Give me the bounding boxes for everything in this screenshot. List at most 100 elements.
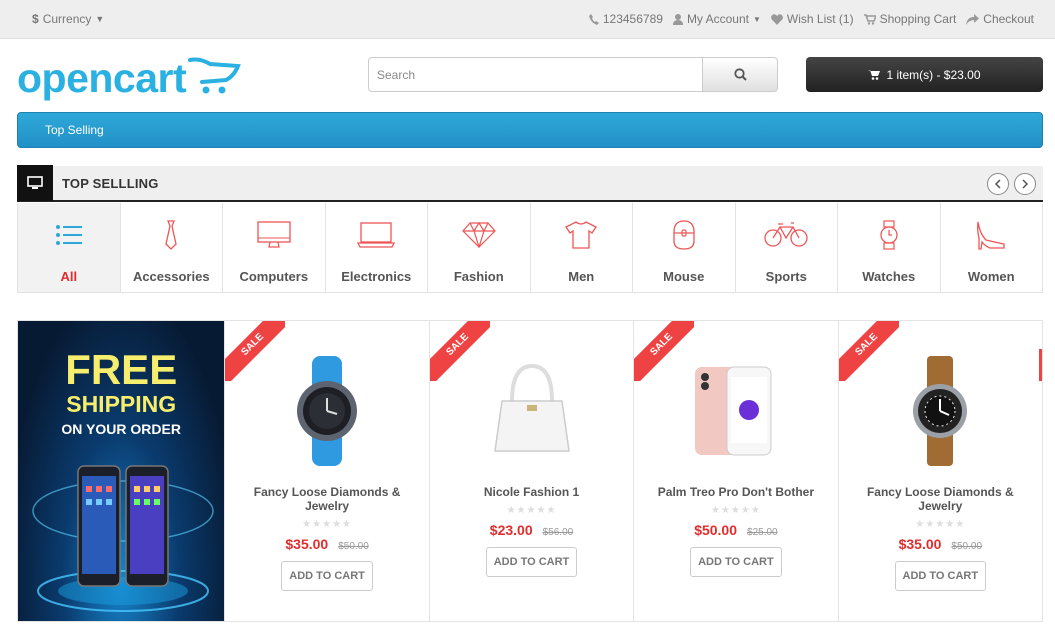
product-card[interactable]: SALE Fancy Loose Diamonds & Jewelry ★★★★… <box>837 321 1042 621</box>
banner-line-1: FREE <box>65 346 178 393</box>
carousel-prev-button[interactable] <box>987 173 1009 195</box>
checkout-link[interactable]: Checkout <box>966 12 1034 26</box>
category-tabs: All Accessories Computers Electronics Fa… <box>17 203 1043 293</box>
price-block: $35.00 $50.00 <box>899 536 982 552</box>
rating-stars: ★★★★★ <box>710 505 761 516</box>
product-card[interactable]: SALE Nicole Fashion 1 ★★★★★ $23.00 $56.0… <box>428 321 633 621</box>
logo-cart-icon <box>188 57 242 94</box>
monitor-icon <box>17 165 53 201</box>
category-tab-accessories[interactable]: Accessories <box>121 203 223 292</box>
tshirt-icon <box>565 219 598 251</box>
cart-icon <box>868 70 881 80</box>
wishlist-label: Wish List (1) <box>786 12 854 26</box>
sale-badge: SALE <box>429 321 490 381</box>
add-to-cart-button[interactable]: ADD TO CART <box>894 561 987 591</box>
banner-line-3: ON YOUR ORDER <box>61 421 181 437</box>
phone-number: 123456789 <box>602 12 663 26</box>
cart-summary-button[interactable]: 1 item(s) - $23.00 <box>806 57 1043 92</box>
phone-link[interactable]: 123456789 <box>588 12 663 26</box>
currency-dropdown[interactable]: $ Currency ▼ <box>32 12 104 26</box>
product-carousel: FREE SHIPPING ON YOUR ORDER SALE Fancy L… <box>17 320 1043 622</box>
sale-badge: SALE <box>225 321 286 381</box>
product-price: $35.00 <box>285 536 329 552</box>
category-label: Women <box>967 269 1015 284</box>
monitor-icon <box>257 219 291 251</box>
category-tab-electronics[interactable]: Electronics <box>326 203 428 292</box>
search-input[interactable] <box>368 57 703 92</box>
shopping-cart-label: Shopping Cart <box>879 12 957 26</box>
user-icon <box>672 13 683 25</box>
product-name[interactable]: Fancy Loose Diamonds & Jewelry <box>860 485 1020 513</box>
wishlist-link[interactable]: Wish List (1) <box>770 12 854 26</box>
category-tab-women[interactable]: Women <box>941 203 1043 292</box>
price-block: $50.00 $25.00 <box>694 522 777 538</box>
add-to-cart-button[interactable]: ADD TO CART <box>690 547 782 577</box>
category-tab-fashion[interactable]: Fashion <box>428 203 531 292</box>
main-menu: Top Selling <box>17 112 1043 148</box>
category-tab-all[interactable]: All <box>18 203 121 292</box>
product-price: $23.00 <box>489 522 533 538</box>
caret-down-icon: ▼ <box>752 14 761 24</box>
category-label: Sports <box>765 269 807 284</box>
category-tab-sports[interactable]: Sports <box>736 203 838 292</box>
section-header: TOP SELLLING <box>17 165 1043 202</box>
sale-badge: SALE <box>634 321 695 381</box>
search-bar <box>368 57 778 92</box>
mouse-icon <box>671 219 697 251</box>
category-label: Accessories <box>132 269 210 284</box>
search-icon <box>733 68 747 81</box>
add-to-cart-button[interactable]: ADD TO CART <box>281 561 373 591</box>
product-old-price: $25.00 <box>747 527 778 538</box>
product-old-price: $56.00 <box>542 527 574 538</box>
shopping-cart-link[interactable]: Shopping Cart <box>863 12 957 26</box>
laptop-icon <box>357 219 396 251</box>
product-name[interactable]: Fancy Loose Diamonds & Jewelry <box>247 485 407 513</box>
category-tab-watches[interactable]: Watches <box>838 203 941 292</box>
cart-icon <box>863 13 876 25</box>
category-tab-mouse[interactable]: Mouse <box>633 203 736 292</box>
chevron-right-icon <box>1022 179 1029 189</box>
category-label: Watches <box>862 269 916 284</box>
category-label: Men <box>568 269 595 284</box>
watch-icon <box>879 219 899 251</box>
free-shipping-banner[interactable]: FREE SHIPPING ON YOUR ORDER <box>18 321 225 621</box>
carousel-next-button[interactable] <box>1014 173 1036 195</box>
category-tab-computers[interactable]: Computers <box>223 203 326 292</box>
section-title: TOP SELLLING <box>62 175 159 191</box>
banner-phones-image <box>32 465 214 612</box>
category-tab-men[interactable]: Men <box>531 203 633 292</box>
product-card[interactable]: SALE Fancy Loose Diamonds & Jewelry ★★★★… <box>224 321 428 621</box>
header: opencart 1 item(s) - $23.00 <box>0 39 1055 111</box>
next-card-edge <box>1039 349 1042 381</box>
chevron-left-icon <box>994 179 1001 189</box>
add-to-cart-button[interactable]: ADD TO CART <box>485 547 578 577</box>
product-name[interactable]: Nicole Fashion 1 <box>452 485 612 499</box>
list-icon <box>55 219 82 251</box>
tie-icon <box>164 219 178 251</box>
product-old-price: $50.00 <box>338 541 369 552</box>
category-label: Electronics <box>341 269 412 284</box>
sale-badge: SALE <box>838 321 899 381</box>
my-account-dropdown[interactable]: My Account ▼ <box>672 12 761 26</box>
top-bar: $ Currency ▼ 123456789 My Account ▼ Wish… <box>0 0 1055 39</box>
category-label: Computers <box>239 269 309 284</box>
store-logo[interactable]: opencart <box>17 56 242 100</box>
currency-symbol: $ <box>32 12 39 26</box>
menu-item-top-selling[interactable]: Top Selling <box>45 123 104 137</box>
logo-text: opencart <box>17 55 187 101</box>
product-price: $50.00 <box>694 522 738 538</box>
product-old-price: $50.00 <box>951 541 983 552</box>
banner-line-2: SHIPPING <box>66 391 177 417</box>
checkout-label: Checkout <box>983 12 1034 26</box>
category-label: Fashion <box>453 269 504 284</box>
heel-shoe-icon <box>976 219 1006 251</box>
rating-stars: ★★★★★ <box>506 505 557 516</box>
category-label: All <box>60 269 78 284</box>
price-block: $35.00 $50.00 <box>285 536 368 552</box>
product-price: $35.00 <box>898 536 942 552</box>
search-button[interactable] <box>703 57 778 92</box>
rating-stars: ★★★★★ <box>915 519 966 530</box>
cart-summary-text: 1 item(s) - $23.00 <box>886 67 981 82</box>
product-card[interactable]: SALE Palm Treo Pro Don't Bother ★★★★★ $5… <box>633 321 837 621</box>
product-name[interactable]: Palm Treo Pro Don't Bother <box>656 485 816 499</box>
